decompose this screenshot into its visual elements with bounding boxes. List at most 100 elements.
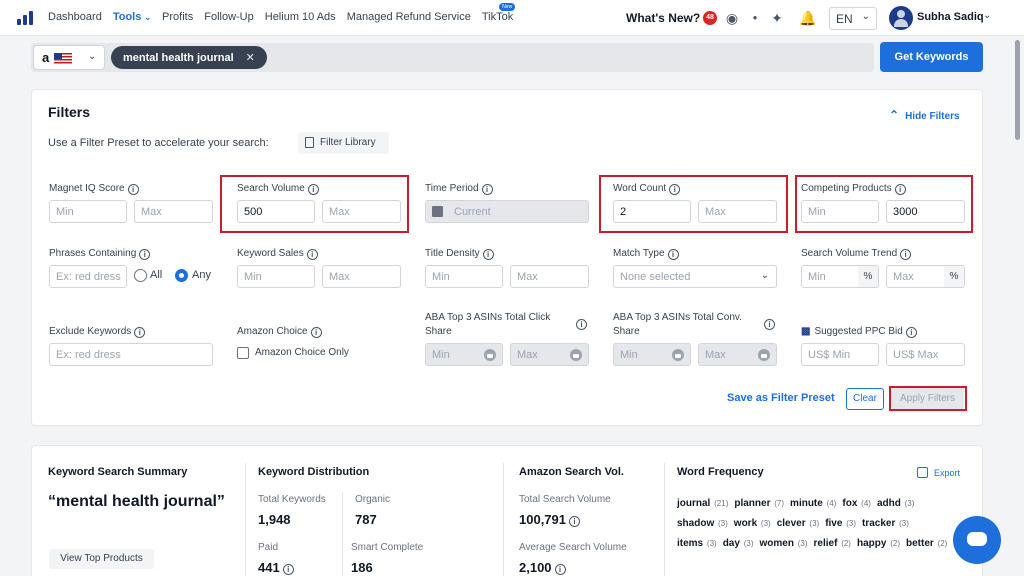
close-icon[interactable]: ✕ (246, 52, 255, 64)
info-icon[interactable]: i (481, 184, 493, 195)
aba-click-max-value: Max (517, 349, 538, 361)
word-frequency-word[interactable]: shadow (677, 518, 714, 529)
sv-trend-min-input[interactable]: Min% (801, 265, 879, 288)
hide-filters-button[interactable]: ⌃ Hide Filters (889, 108, 960, 122)
info-icon[interactable]: i (667, 249, 679, 260)
info-icon[interactable]: i (894, 184, 906, 195)
chevron-down-icon[interactable]: ⌄ (983, 10, 991, 21)
word-frequency-word[interactable]: day (723, 538, 740, 549)
word-frequency-word[interactable]: happy (857, 538, 886, 549)
filter-library-button[interactable]: Filter Library (298, 132, 389, 154)
apply-filters-button[interactable]: Apply Filters (891, 388, 964, 409)
nav-managed-refund[interactable]: Managed Refund Service (347, 11, 471, 23)
avatar[interactable] (889, 6, 913, 30)
marketplace-select[interactable]: a ⌄ (33, 45, 105, 70)
competing-products-min-input[interactable]: Min (801, 200, 879, 223)
word-count-max-input[interactable]: Max (698, 200, 777, 223)
exclude-keywords-input[interactable]: Ex: red dress (49, 343, 213, 366)
phrases-containing-input[interactable]: Ex: red dress (49, 265, 127, 288)
magnet-iq-max-input[interactable]: Max (134, 200, 213, 223)
magnet-iq-min-input[interactable]: Min (49, 200, 127, 223)
ppc-bid-max-input[interactable]: US$ Max (886, 343, 965, 366)
nav-tiktok[interactable]: TikTok New (482, 3, 516, 23)
bell-icon[interactable]: 🔔 (799, 9, 817, 27)
word-frequency-word[interactable]: work (734, 518, 757, 529)
time-period-label: Time Period i (425, 183, 493, 195)
amazon-logo-icon: a (42, 50, 50, 65)
ppc-bid-min-input[interactable]: US$ Min (801, 343, 879, 366)
hide-filters-label: Hide Filters (905, 111, 960, 122)
info-icon[interactable]: i (307, 184, 319, 195)
export-button[interactable]: Export (917, 467, 960, 478)
word-frequency-word[interactable]: fox (842, 498, 857, 509)
clear-button[interactable]: Clear (846, 388, 884, 410)
language-select[interactable]: EN ⌄ (829, 7, 877, 30)
keyword-sales-min-input[interactable]: Min (237, 265, 315, 288)
view-top-products-button[interactable]: View Top Products (49, 549, 154, 569)
word-frequency-word[interactable]: women (759, 538, 793, 549)
searched-keyword: “mental health journal” (48, 493, 225, 510)
chat-support-icon[interactable] (953, 516, 1001, 564)
info-icon[interactable]: i (127, 184, 139, 195)
nav-profits[interactable]: Profits (162, 11, 193, 23)
word-frequency-word[interactable]: journal (677, 498, 710, 509)
word-frequency-word[interactable]: minute (790, 498, 823, 509)
competing-products-max-input[interactable]: 3000 (886, 200, 965, 223)
aba-click-info: i (573, 318, 587, 330)
save-filter-preset-button[interactable]: Save as Filter Preset (727, 392, 835, 404)
aba-click-min-input: Min (425, 343, 503, 366)
title-density-min-input[interactable]: Min (425, 265, 503, 288)
search-volume-min-input[interactable]: 500 (237, 200, 315, 223)
word-frequency-word[interactable]: items (677, 538, 703, 549)
title-density-max-input[interactable]: Max (510, 265, 589, 288)
nav-helium10-ads[interactable]: Helium 10 Ads (265, 11, 336, 23)
word-frequency-count: (2) (937, 539, 948, 548)
info-icon[interactable]: i (306, 249, 318, 260)
info-icon[interactable]: i (669, 184, 681, 195)
word-frequency-word[interactable]: relief (814, 538, 838, 549)
nav-tools[interactable]: Tools ⌄ (113, 11, 151, 23)
word-frequency-word[interactable]: adhd (877, 498, 901, 509)
sv-trend-max-input[interactable]: Max% (886, 265, 965, 288)
word-frequency-word[interactable]: clever (777, 518, 806, 529)
competing-products-label-text: Competing Products (801, 183, 892, 194)
info-icon[interactable]: i (576, 319, 587, 330)
title-density-label: Title Density i (425, 248, 494, 260)
word-frequency-word[interactable]: tracker (862, 518, 895, 529)
facebook-icon[interactable]: ◉ (723, 9, 741, 27)
word-frequency-count: (3) (718, 519, 728, 528)
info-icon[interactable]: i (482, 249, 494, 260)
info-icon[interactable]: i (764, 319, 775, 330)
divider (664, 463, 665, 576)
word-frequency-word[interactable]: planner (734, 498, 770, 509)
word-frequency-word[interactable]: five (825, 518, 842, 529)
word-count-min-input[interactable]: 2 (613, 200, 691, 223)
info-icon[interactable]: i (282, 564, 294, 575)
info-icon[interactable]: i (139, 249, 151, 260)
time-period-label-text: Time Period (425, 183, 479, 194)
info-icon[interactable]: i (900, 249, 912, 260)
radio-any[interactable] (175, 269, 188, 282)
info-icon[interactable]: i (569, 516, 580, 527)
magic-search-icon[interactable]: ✦ (768, 9, 786, 27)
keyword-sales-max-input[interactable]: Max (322, 265, 401, 288)
radio-all[interactable] (134, 269, 147, 282)
match-type-select[interactable]: None selected ⌄ (613, 265, 777, 288)
helium10-logo-icon[interactable] (17, 11, 33, 25)
word-frequency-word[interactable]: better (906, 538, 934, 549)
keyword-chip[interactable]: mental health journal ✕ (111, 46, 267, 69)
document-icon (305, 137, 314, 148)
amazon-choice-checkbox[interactable] (237, 347, 249, 359)
search-volume-max-input[interactable]: Max (322, 200, 401, 223)
get-keywords-button[interactable]: Get Keywords (880, 42, 983, 72)
info-icon[interactable]: i (905, 327, 917, 338)
info-icon[interactable]: i (310, 327, 322, 338)
info-icon[interactable]: i (134, 327, 146, 338)
scrollbar-thumb[interactable] (1015, 40, 1020, 140)
nav-dashboard[interactable]: Dashboard (48, 11, 102, 23)
info-icon[interactable]: i (554, 564, 566, 575)
whats-new-link[interactable]: What's New? (626, 11, 700, 25)
competing-products-label: Competing Products i (801, 183, 906, 195)
user-name[interactable]: Subha Sadiq (917, 11, 984, 23)
nav-follow-up[interactable]: Follow-Up (204, 11, 254, 23)
